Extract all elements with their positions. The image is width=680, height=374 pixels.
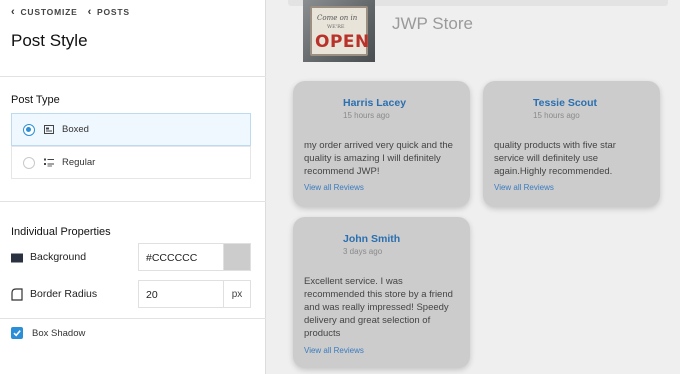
border-radius-unit: px: [224, 280, 251, 308]
view-all-reviews-link[interactable]: View all Reviews: [494, 183, 554, 192]
chevron-left-icon[interactable]: ‹: [88, 7, 92, 18]
customizer-panel: ‹ CUSTOMIZE ‹ POSTS Post Style Post Type…: [0, 0, 266, 374]
reviewer-name[interactable]: Tessie Scout: [533, 97, 597, 109]
reviewer-name[interactable]: John Smith: [343, 233, 400, 245]
post-type-label: Post Type: [11, 94, 60, 106]
background-property: Background #CCCCCC: [11, 243, 251, 271]
radio-label-boxed: Boxed: [62, 124, 89, 135]
box-shadow-toggle[interactable]: Box Shadow: [11, 327, 85, 339]
border-radius-label: Border Radius: [30, 288, 98, 300]
background-label: Background: [30, 251, 87, 263]
breadcrumb-customize[interactable]: CUSTOMIZE: [20, 7, 77, 17]
background-color-icon: [11, 251, 23, 263]
review-text: quality products with five star service …: [494, 140, 616, 177]
divider: [0, 201, 266, 202]
box-shadow-label: Box Shadow: [32, 327, 86, 339]
radio-label-regular: Regular: [62, 157, 96, 168]
background-color-input[interactable]: #CCCCCC: [138, 243, 224, 271]
review-text: my order arrived very quick and the qual…: [304, 140, 453, 177]
open-sign-image: Come on in WE'RE OPEN: [310, 6, 369, 56]
post-type-option-regular[interactable]: Regular: [11, 146, 251, 179]
chevron-left-icon[interactable]: ‹: [11, 7, 15, 18]
boxed-layout-icon: [44, 125, 54, 134]
review-card: John Smith 3 days ago Excellent service.…: [293, 217, 470, 368]
post-type-option-boxed[interactable]: Boxed: [11, 113, 251, 146]
border-radius-input[interactable]: 20: [138, 280, 224, 308]
radio-regular[interactable]: [23, 156, 35, 169]
list-layout-icon: [44, 158, 54, 167]
review-time: 15 hours ago: [343, 111, 390, 120]
border-radius-property: Border Radius 20 px: [11, 280, 251, 308]
preview-area: Come on in WE'RE OPEN JWP Store Harris L…: [267, 0, 680, 374]
store-name: JWP Store: [392, 14, 473, 33]
divider: [0, 318, 266, 319]
divider: [0, 76, 266, 77]
background-color-swatch[interactable]: [224, 243, 251, 271]
review-card: Harris Lacey 15 hours ago my order arriv…: [293, 81, 470, 207]
radio-boxed[interactable]: [23, 123, 35, 136]
review-text: Excellent service. I was recommended thi…: [304, 276, 453, 339]
individual-properties-label: Individual Properties: [11, 226, 111, 238]
reviewer-name[interactable]: Harris Lacey: [343, 97, 406, 109]
page-title: Post Style: [11, 31, 88, 50]
breadcrumb: ‹ CUSTOMIZE ‹ POSTS: [11, 7, 140, 18]
border-radius-icon: [11, 288, 23, 301]
review-time: 3 days ago: [343, 247, 383, 256]
view-all-reviews-link[interactable]: View all Reviews: [304, 183, 364, 192]
box-shadow-checkbox[interactable]: [11, 327, 23, 339]
breadcrumb-posts[interactable]: POSTS: [97, 7, 130, 17]
review-time: 15 hours ago: [533, 111, 580, 120]
review-card: Tessie Scout 15 hours ago quality produc…: [483, 81, 660, 207]
view-all-reviews-link[interactable]: View all Reviews: [304, 346, 364, 355]
store-image: Come on in WE'RE OPEN: [303, 0, 375, 62]
